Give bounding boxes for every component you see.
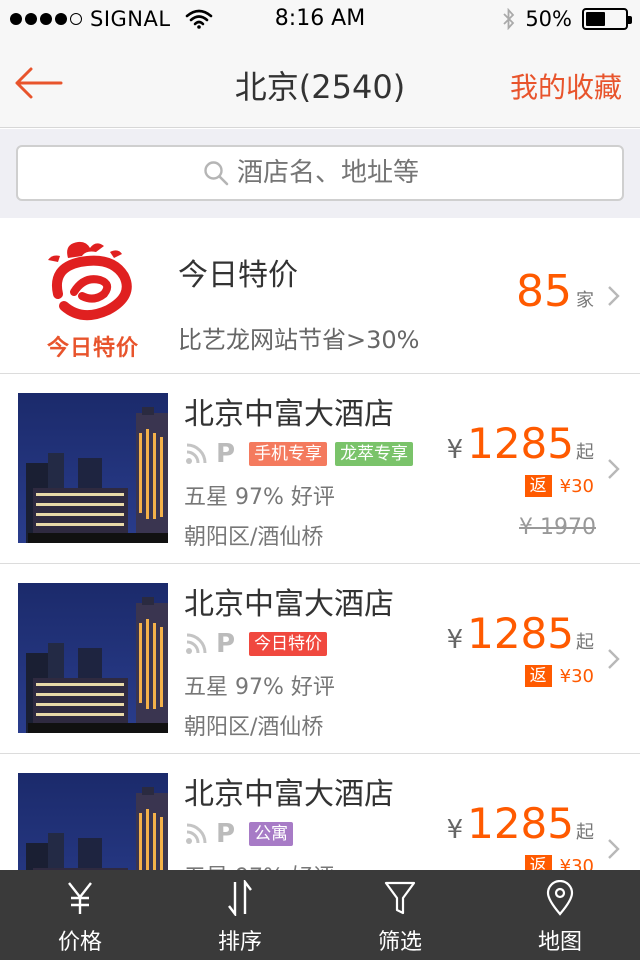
price-suffix: 起 (576, 822, 594, 843)
promo-count-unit: 家 (576, 290, 594, 311)
tab-label: 筛选 (377, 930, 422, 955)
chevron-right-icon (608, 839, 620, 859)
hotel-row[interactable]: 北京中富大酒店 P 手机专享 龙萃专享 五星 97% 好评 朝阳区/酒仙桥 ¥ 1… (0, 375, 640, 564)
battery-fill (586, 12, 605, 26)
price-suffix: 起 (576, 632, 594, 653)
tab-price[interactable]: 价格 (0, 870, 160, 960)
yen-icon (63, 880, 97, 916)
tab-map[interactable]: 地图 (480, 870, 640, 960)
battery-icon (582, 8, 632, 30)
hotel-price: ¥ 1285 起 (447, 609, 594, 658)
logo-caption: 今日特价 (46, 336, 139, 361)
favorites-button[interactable]: 我的收藏 (510, 66, 622, 106)
search-area (0, 129, 640, 218)
nav-bar: 北京(2540) 我的收藏 (0, 40, 640, 128)
tab-label: 排序 (217, 930, 262, 955)
filter-icon (383, 880, 417, 916)
cashback-amount: ¥30 (559, 665, 594, 687)
hotel-rating: 五星 97% 好评 (184, 485, 335, 510)
hotel-name: 北京中富大酒店 (184, 397, 394, 432)
parking-icon: P (216, 819, 236, 849)
promo-count-number: 85 (516, 266, 572, 317)
tab-filter[interactable]: 筛选 (320, 870, 480, 960)
tab-label: 价格 (57, 930, 102, 955)
hotel-tag: 手机专享 (249, 442, 328, 466)
price-amount: 1285 (467, 799, 574, 848)
hotel-tag: 龙萃专享 (335, 442, 414, 466)
search-box[interactable] (16, 145, 624, 201)
battery-percent: 50% (525, 7, 572, 31)
search-input[interactable] (237, 158, 437, 188)
promo-title: 今日特价 (178, 258, 298, 293)
hotel-amenities: P 手机专享 龙萃专享 (184, 439, 414, 469)
hotel-photo (18, 393, 168, 543)
wifi-amenity-icon (186, 823, 207, 844)
elong-logo: 今日特价 (38, 236, 148, 366)
hotel-tag: 公寓 (249, 822, 294, 846)
price-currency: ¥ (446, 435, 464, 465)
cashback-badge: 返 (524, 665, 552, 687)
parking-icon: P (216, 439, 236, 469)
hotel-rating: 五星 97% 好评 (184, 675, 335, 700)
wifi-amenity-icon (186, 633, 207, 654)
promo-count: 85 家 (516, 266, 594, 317)
cashback-badge: 返 (524, 475, 552, 497)
hotel-row[interactable]: 北京中富大酒店 P 今日特价 五星 97% 好评 朝阳区/酒仙桥 ¥ 1285 … (0, 565, 640, 754)
hotel-price: ¥ 1285 起 (447, 799, 594, 848)
hotel-name: 北京中富大酒店 (184, 777, 394, 812)
promo-subtitle: 比艺龙网站节省>30% (178, 326, 420, 354)
today-deal-row[interactable]: 今日特价 今日特价 比艺龙网站节省>30% 85 家 (0, 218, 640, 374)
original-price: ¥ 1970 (519, 515, 596, 540)
bottom-tab-bar: 价格 排序 筛选 地图 (0, 870, 640, 960)
status-bar: SIGNAL 8:16 AM 50% (0, 0, 640, 40)
hotel-amenities: P 公寓 (184, 819, 294, 849)
status-right: 50% (503, 7, 632, 31)
hotel-price: ¥ 1285 起 (447, 419, 594, 468)
price-amount: 1285 (467, 609, 574, 658)
hotel-area: 朝阳区/酒仙桥 (184, 715, 324, 740)
dragon-logo-icon (48, 241, 132, 321)
hotel-tag: 今日特价 (249, 632, 328, 656)
hotel-name: 北京中富大酒店 (184, 587, 394, 622)
price-currency: ¥ (446, 625, 464, 655)
price-currency: ¥ (446, 815, 464, 845)
wifi-amenity-icon (186, 443, 207, 464)
chevron-right-icon (608, 649, 620, 669)
cashback: 返 ¥30 (524, 475, 594, 497)
cashback-amount: ¥30 (559, 475, 594, 497)
sort-icon (223, 880, 257, 916)
price-amount: 1285 (467, 419, 574, 468)
chevron-right-icon (608, 459, 620, 479)
chevron-right-icon (608, 286, 620, 306)
hotel-photo (18, 583, 168, 733)
hotel-amenities: P 今日特价 (184, 629, 328, 659)
bluetooth-icon (503, 8, 515, 30)
cashback: 返 ¥30 (524, 665, 594, 687)
tab-sort[interactable]: 排序 (160, 870, 320, 960)
hotel-area: 朝阳区/酒仙桥 (184, 525, 324, 550)
map-pin-icon (543, 880, 577, 916)
tab-label: 地图 (537, 930, 582, 955)
parking-icon: P (216, 629, 236, 659)
price-suffix: 起 (576, 442, 594, 463)
search-icon (204, 161, 229, 186)
